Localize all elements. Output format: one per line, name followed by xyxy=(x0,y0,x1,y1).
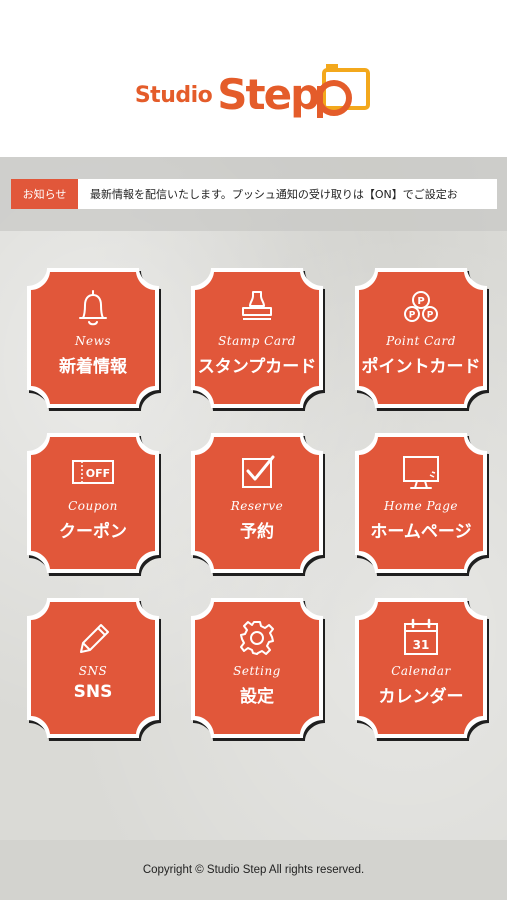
stamp-icon xyxy=(242,291,272,320)
tile-setting[interactable]: Setting 設定 xyxy=(183,594,331,742)
menu-grid: News 新着情報 Stamp Card スタンプカード P P P Point… xyxy=(0,157,507,840)
tile-point-card[interactable]: P P P Point Card ポイントカード xyxy=(347,264,495,412)
tile-news[interactable]: News 新着情報 xyxy=(19,264,167,412)
footer: Copyright © Studio Step All rights reser… xyxy=(0,840,507,900)
tile-reserve-ja: 予約 xyxy=(240,522,274,542)
camera-logo-icon xyxy=(316,63,371,118)
tile-point-card-ja: ポイントカード xyxy=(361,357,481,377)
tile-sns-ja: SNS xyxy=(73,682,113,702)
checkbox-icon xyxy=(242,455,275,488)
svg-text:P: P xyxy=(409,311,416,321)
svg-text:P: P xyxy=(427,311,434,321)
pencil-icon xyxy=(80,624,109,653)
coupon-icon: OFF xyxy=(72,460,114,484)
tile-sns-en: SNS xyxy=(78,664,108,678)
copyright-text: Copyright © Studio Step All rights reser… xyxy=(142,864,365,876)
tile-calendar-ja: カレンダー xyxy=(378,687,464,707)
coupon-badge: OFF xyxy=(86,467,110,480)
svg-text:P: P xyxy=(417,296,424,307)
tile-stamp-card-en: Stamp Card xyxy=(218,334,296,348)
calendar-icon: 31 xyxy=(404,618,438,655)
tile-setting-ja: 設定 xyxy=(240,687,274,707)
tile-calendar[interactable]: 31 Calendar カレンダー xyxy=(347,594,495,742)
calendar-badge: 31 xyxy=(413,638,430,652)
studio-step-logo: Studio Step xyxy=(134,56,372,119)
tile-home-page[interactable]: Home Page ホームページ xyxy=(347,429,495,577)
tile-coupon[interactable]: OFF Coupon クーポン xyxy=(19,429,167,577)
logo-step-text: Step xyxy=(217,69,320,119)
monitor-icon xyxy=(403,456,439,489)
main-content: お知らせ 最新情報を配信いたします。プッシュ通知の受け取りは【ON】でご設定お … xyxy=(0,157,507,840)
tile-news-ja: 新着情報 xyxy=(59,357,127,377)
tile-reserve-en: Reserve xyxy=(230,499,284,513)
tile-sns[interactable]: SNS SNS xyxy=(19,594,167,742)
tile-calendar-en: Calendar xyxy=(391,664,451,678)
tile-stamp-card-ja: スタンプカード xyxy=(197,357,317,377)
tile-setting-en: Setting xyxy=(233,664,281,678)
tile-point-card-en: Point Card xyxy=(386,334,456,348)
app-header: Studio Step xyxy=(0,0,507,157)
tile-home-page-ja: ホームページ xyxy=(370,522,472,542)
tile-coupon-en: Coupon xyxy=(68,499,118,513)
tile-news-en: News xyxy=(74,334,112,348)
tile-coupon-ja: クーポン xyxy=(59,522,127,542)
logo-studio-text: Studio xyxy=(134,82,213,108)
tile-reserve[interactable]: Reserve 予約 xyxy=(183,429,331,577)
gear-icon xyxy=(240,621,274,655)
tile-home-page-en: Home Page xyxy=(384,499,458,513)
points-icon: P P P xyxy=(404,291,438,322)
tile-stamp-card[interactable]: Stamp Card スタンプカード xyxy=(183,264,331,412)
bell-icon xyxy=(79,290,107,326)
